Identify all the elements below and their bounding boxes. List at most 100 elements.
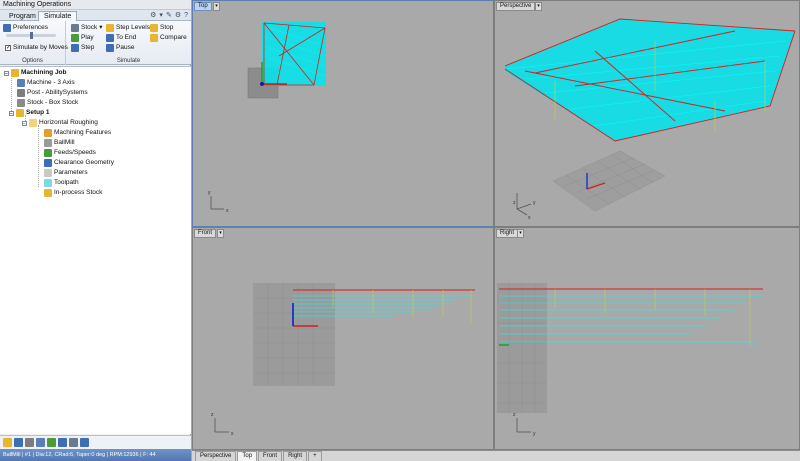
- tab-right[interactable]: Right: [283, 451, 308, 461]
- ribbon-tab-bar: Program Simulate ⚙ ▾ ✎ ⚙ ?: [0, 10, 191, 21]
- stop-button[interactable]: Stop: [150, 23, 173, 32]
- tree-label: Clearance Geometry: [54, 159, 114, 166]
- axis-triad: [210, 196, 224, 210]
- collapse-icon[interactable]: −: [9, 110, 14, 116]
- play-icon: [71, 33, 79, 42]
- slider-handle[interactable]: [30, 32, 33, 39]
- tree-node-post[interactable]: Post - AbilitySystems: [17, 88, 88, 98]
- tree-node-clearance-geometry[interactable]: Clearance Geometry: [44, 158, 114, 168]
- stop-label: Stop: [160, 24, 174, 31]
- tree-node-setup[interactable]: − Setup 1: [9, 108, 49, 118]
- options-group-label: Options: [22, 58, 43, 64]
- stock-button[interactable]: Stock ▾: [71, 23, 103, 32]
- viewport-front[interactable]: z x Front ▾: [192, 227, 494, 450]
- viewport-title-front[interactable]: Front: [194, 229, 217, 238]
- export-icon[interactable]: [80, 438, 89, 447]
- tree-connector: [38, 125, 39, 187]
- axis-triad: [516, 193, 532, 216]
- tree-label: Post - AbilitySystems: [27, 89, 88, 96]
- axis-triad: [516, 418, 531, 433]
- step-levels-label: Step Levels: [116, 24, 150, 31]
- feeds-icon: [44, 149, 52, 157]
- to-end-button[interactable]: To End: [106, 33, 136, 42]
- collapse-icon[interactable]: −: [22, 120, 27, 126]
- play-button[interactable]: Play: [71, 33, 94, 42]
- tree-node-feeds-speeds[interactable]: Feeds/Speeds: [44, 148, 96, 158]
- ribbon-tools: ⚙ ▾ ✎ ⚙ ?: [150, 11, 188, 20]
- tree-connector: [11, 75, 12, 111]
- compare-button[interactable]: Compare: [150, 33, 187, 42]
- machining-operations-panel: Machining Operations Program Simulate ⚙ …: [0, 0, 191, 461]
- tab-program[interactable]: Program: [3, 11, 42, 21]
- x-axis-label: x: [231, 431, 234, 437]
- gear-icon[interactable]: ⚙: [150, 11, 156, 20]
- machine-icon[interactable]: [14, 438, 23, 447]
- tree-node-ballmill[interactable]: BallMill: [44, 138, 75, 148]
- stop-icon: [150, 23, 158, 32]
- top-view-scene: x y: [208, 22, 326, 214]
- stock-box-icon: [17, 99, 25, 107]
- tab-top[interactable]: Top: [237, 451, 258, 461]
- chevron-down-icon[interactable]: ▾: [213, 2, 220, 11]
- tree-node-horizontal-roughing[interactable]: − Horizontal Roughing: [22, 118, 98, 128]
- collapse-icon[interactable]: −: [4, 70, 9, 76]
- wrench-icon[interactable]: ✎: [166, 11, 172, 20]
- tool-icon: [44, 139, 52, 147]
- tree-node-machining-features[interactable]: Machining Features: [44, 128, 111, 138]
- tree-node-machining-job[interactable]: − Machining Job: [4, 68, 67, 78]
- tab-simulate[interactable]: Simulate: [38, 11, 78, 21]
- chevron-down-icon[interactable]: ▾: [517, 229, 524, 238]
- chevron-down-icon[interactable]: ▾: [217, 229, 224, 238]
- tree-node-in-process-stock[interactable]: In-process Stock: [44, 188, 102, 198]
- perspective-view-scene: z y x: [504, 18, 796, 221]
- options-group: Preferences ✓ Simulate by Moves Options: [0, 21, 68, 65]
- simulate-by-moves-label: Simulate by Moves: [13, 44, 68, 51]
- help-icon[interactable]: ?: [184, 11, 188, 20]
- tree-node-machine[interactable]: Machine - 3 Axis: [17, 78, 75, 88]
- operation-folder-icon: [29, 119, 37, 127]
- tree-node-toolpath[interactable]: Toolpath: [44, 178, 79, 188]
- tree-node-parameters[interactable]: Parameters: [44, 168, 88, 178]
- stock-grid: [552, 150, 666, 212]
- simulate-icon[interactable]: [69, 438, 78, 447]
- tree-label: Setup 1: [26, 109, 50, 116]
- bottom-toolbar: [0, 435, 191, 449]
- post-icon: [17, 89, 25, 97]
- z-axis-label: z: [513, 200, 516, 206]
- viewport-title-perspective[interactable]: Perspective: [496, 2, 536, 11]
- simulate-by-moves-checkbox[interactable]: ✓ Simulate by Moves: [5, 43, 68, 52]
- viewport-top[interactable]: x y Top ▾: [192, 0, 494, 227]
- viewport-title-top[interactable]: Top: [194, 2, 212, 11]
- tool-icon[interactable]: [58, 438, 67, 447]
- simulation-speed-slider[interactable]: [6, 32, 56, 39]
- tab-front[interactable]: Front: [258, 451, 283, 461]
- pause-icon: [106, 43, 114, 52]
- job-icon[interactable]: [3, 438, 12, 447]
- pause-label: Pause: [116, 44, 135, 51]
- operations-tree: − Machining Job Machine - 3 Axis Post - …: [0, 66, 191, 434]
- tool-status-bar: BallMill | #1 | Dia:12, CRad:6, Taper:0 …: [0, 449, 191, 461]
- preferences-button[interactable]: Preferences: [3, 23, 48, 32]
- pause-button[interactable]: Pause: [106, 43, 134, 52]
- chevron-down-icon[interactable]: ▾: [159, 11, 163, 20]
- step-button[interactable]: Step: [71, 43, 94, 52]
- chevron-down-icon[interactable]: ▾: [535, 2, 542, 11]
- post-icon[interactable]: [25, 438, 34, 447]
- step-label: Step: [81, 44, 95, 51]
- viewport-title-right[interactable]: Right: [496, 229, 519, 238]
- step-levels-button[interactable]: Step Levels: [106, 23, 150, 32]
- y-axis-label: y: [208, 190, 211, 196]
- viewport-right[interactable]: z y Right ▾: [494, 227, 800, 450]
- simulate-group: Stock ▾ Play Step Step Levels To End Pau…: [66, 21, 191, 65]
- settings-icon[interactable]: ⚙: [175, 11, 181, 20]
- setup-icon[interactable]: [36, 438, 45, 447]
- viewport-perspective[interactable]: z y x Perspective ▾: [494, 0, 800, 227]
- tree-label: Machining Job: [21, 69, 67, 76]
- add-tab-button[interactable]: +: [308, 451, 322, 461]
- tree-node-stock[interactable]: Stock - Box Stock: [17, 98, 78, 108]
- chevron-down-icon: ▾: [99, 24, 103, 31]
- features-icon: [44, 129, 52, 137]
- step-icon: [71, 43, 79, 52]
- tab-perspective[interactable]: Perspective: [195, 451, 237, 461]
- operation-icon[interactable]: [47, 438, 56, 447]
